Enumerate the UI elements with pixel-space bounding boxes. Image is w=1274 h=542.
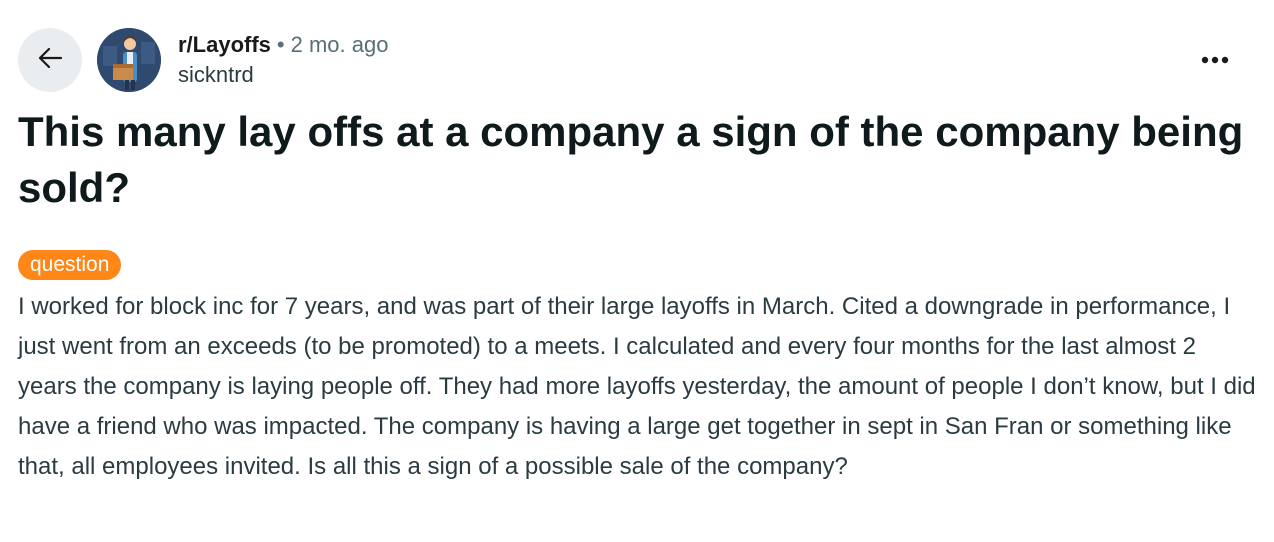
author-link[interactable]: sickntrd	[178, 60, 388, 90]
post-meta-line: r/Layoffs • 2 mo. ago	[178, 30, 388, 60]
arrow-left-icon	[36, 44, 64, 77]
post-flair[interactable]: question	[18, 250, 122, 280]
subreddit-link[interactable]: r/Layoffs	[178, 32, 271, 57]
post-body: I worked for block inc for 7 years, and …	[18, 293, 1256, 480]
post-title: This many lay offs at a company a sign o…	[18, 108, 1244, 211]
post-time: 2 mo. ago	[290, 32, 389, 57]
back-button[interactable]	[18, 28, 82, 92]
more-options-button[interactable]	[1192, 42, 1238, 78]
meta-separator: •	[276, 32, 285, 57]
more-horizontal-icon	[1201, 51, 1229, 69]
post-meta: r/Layoffs • 2 mo. ago sickntrd	[178, 30, 388, 90]
subreddit-avatar[interactable]	[97, 28, 161, 92]
